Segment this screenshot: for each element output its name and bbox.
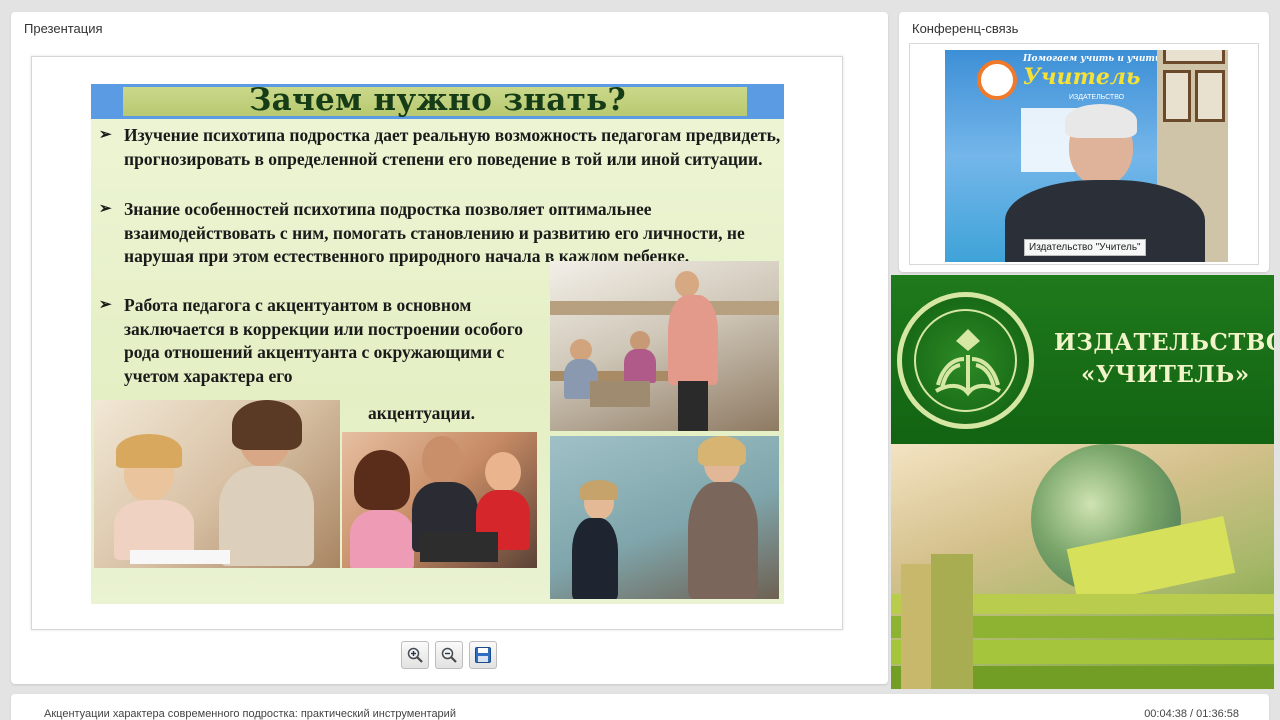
book-emblem-icon [935, 329, 1001, 397]
video-frame: Помогаем учить и учиться Учитель ИЗДАТЕЛ… [909, 43, 1259, 265]
poster-sub: ИЗДАТЕЛЬСТВО [1069, 94, 1125, 101]
poster-slogan: Помогаем учить и учиться [1023, 54, 1174, 64]
publisher-logo-icon [897, 292, 1034, 429]
blackboard-photo [550, 436, 779, 599]
save-icon [475, 647, 491, 663]
slide-toolbar [401, 641, 497, 671]
slide-bullet-text: Работа педагога с акцентуантом в основно… [124, 295, 524, 386]
presentation-panel: Презентация Зачем нужно знать? ➢ Изучени… [11, 12, 888, 684]
save-button[interactable] [469, 641, 497, 669]
slide-bullet-tail: акцентуации. [368, 403, 476, 423]
slide-title: Зачем нужно знать? [249, 84, 626, 118]
student-teacher-photo [94, 400, 340, 568]
zoom-in-icon [407, 647, 423, 663]
slide-viewer[interactable]: Зачем нужно знать? ➢ Изучение психотипа … [31, 56, 843, 630]
zoom-out-button[interactable] [435, 641, 463, 669]
arrow-bullet-icon: ➢ [99, 127, 112, 143]
speaker-hair [1065, 104, 1137, 138]
classroom-photo [550, 261, 779, 431]
arrow-bullet-icon: ➢ [99, 297, 112, 313]
publisher-name-line2: «УЧИТЕЛЬ» [1081, 361, 1250, 388]
video-caption: Издательство "Учитель" [1024, 239, 1146, 256]
poster-logo [977, 60, 1017, 100]
poster-brand: Учитель [1023, 64, 1141, 90]
publisher-name-line1: ИЗДАТЕЛЬСТВО [1054, 329, 1274, 356]
playback-time: 00:04:38 / 01:36:58 [1144, 708, 1239, 720]
zoom-out-icon [441, 647, 457, 663]
slide-bullet-text: Изучение психотипа подростка дает реальн… [124, 125, 781, 169]
presentation-panel-title: Презентация [24, 21, 103, 36]
family-photo [342, 432, 537, 568]
conference-panel-title: Конференц-связь [912, 21, 1019, 36]
slide: Зачем нужно знать? ➢ Изучение психотипа … [91, 84, 784, 604]
arrow-bullet-icon: ➢ [99, 201, 112, 217]
publisher-banner: ИЗДАТЕЛЬСТВО «УЧИТЕЛЬ» [891, 275, 1274, 689]
slide-bullet-text: Знание особенностей психотипа подростка … [124, 199, 745, 266]
banner-header: ИЗДАТЕЛЬСТВО «УЧИТЕЛЬ» [891, 275, 1274, 444]
banner-books-image [891, 444, 1274, 689]
conference-panel: Конференц-связь Помогаем учить и учиться… [899, 12, 1269, 272]
course-title: Акцентуации характера современного подро… [44, 708, 456, 720]
video-feed[interactable]: Помогаем учить и учиться Учитель ИЗДАТЕЛ… [945, 50, 1228, 262]
bottom-status-bar: Акцентуации характера современного подро… [11, 694, 1269, 720]
zoom-in-button[interactable] [401, 641, 429, 669]
